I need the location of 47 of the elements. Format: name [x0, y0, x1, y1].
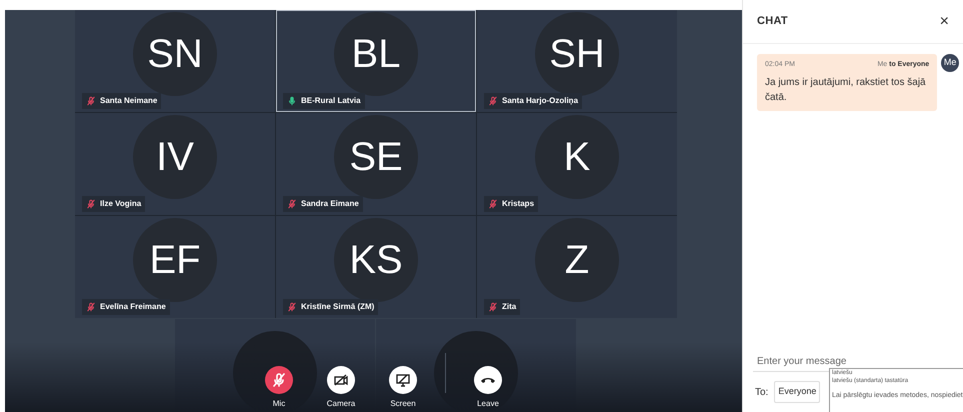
- chat-title: CHAT: [757, 14, 788, 30]
- video-tile[interactable]: SE Sandra Eimane: [276, 113, 476, 215]
- video-tile[interactable]: KS Kristīne Sirmā (ZM): [276, 216, 476, 318]
- participant-name: Santa Harjo-Ozoliņa: [502, 95, 578, 107]
- avatar: Me: [941, 54, 959, 72]
- video-tile[interactable]: IV Ilze Vogina: [75, 113, 275, 215]
- video-tile[interactable]: EF Evelīna Freimane: [75, 216, 275, 318]
- avatar: EF: [133, 218, 217, 302]
- muted-mic-icon: [287, 199, 297, 209]
- video-tile[interactable]: SH Santa Harjo-Ozoliņa: [477, 10, 677, 112]
- participant-name: Evelīna Freimane: [100, 301, 166, 313]
- message-text: Ja jums ir jautājumi, rakstiet tos šajā čatā.: [765, 76, 927, 104]
- muted-mic-icon: [488, 199, 498, 209]
- video-tile[interactable]: BL BE-Rural Latvia: [276, 10, 476, 112]
- muted-mic-icon: [86, 96, 96, 106]
- to-label: To:: [755, 386, 768, 400]
- close-button[interactable]: ×: [940, 14, 949, 30]
- participant-name: Sandra Eimane: [301, 198, 359, 210]
- recipient-select[interactable]: Everyone: [774, 381, 820, 403]
- avatar: SH: [535, 12, 619, 96]
- screen-button[interactable]: Screen: [383, 366, 423, 410]
- video-tile[interactable]: SN Santa Neimane: [75, 10, 275, 112]
- participant-name: Kristaps: [502, 198, 534, 210]
- participant-name: Zita: [502, 301, 516, 313]
- muted-mic-icon: [488, 96, 498, 106]
- camera-off-icon: [333, 372, 349, 388]
- participant-name: Ilze Vogina: [100, 198, 142, 210]
- screen-share-off-icon: [395, 372, 411, 388]
- avatar: IV: [133, 115, 217, 199]
- avatar: KS: [334, 218, 418, 302]
- muted-mic-icon: [488, 302, 498, 312]
- muted-mic-icon: [86, 199, 96, 209]
- avatar: SE: [334, 115, 418, 199]
- avatar: Z: [535, 218, 619, 302]
- camera-button[interactable]: Camera: [321, 366, 361, 410]
- participant-name: Kristīne Sirmā (ZM): [301, 301, 374, 313]
- participant-name: BE-Rural Latvia: [301, 95, 361, 107]
- avatar: K: [535, 115, 619, 199]
- video-tile[interactable]: Z Zita: [477, 216, 677, 318]
- participant-name: Santa Neimane: [100, 95, 158, 107]
- muted-mic-icon: [287, 302, 297, 312]
- avatar: SN: [133, 12, 217, 96]
- muted-mic-icon: [86, 302, 96, 312]
- mic-icon: [287, 96, 297, 106]
- muted-mic-icon: [271, 372, 287, 388]
- avatar: BL: [334, 12, 418, 96]
- video-tile[interactable]: K Kristaps: [477, 113, 677, 215]
